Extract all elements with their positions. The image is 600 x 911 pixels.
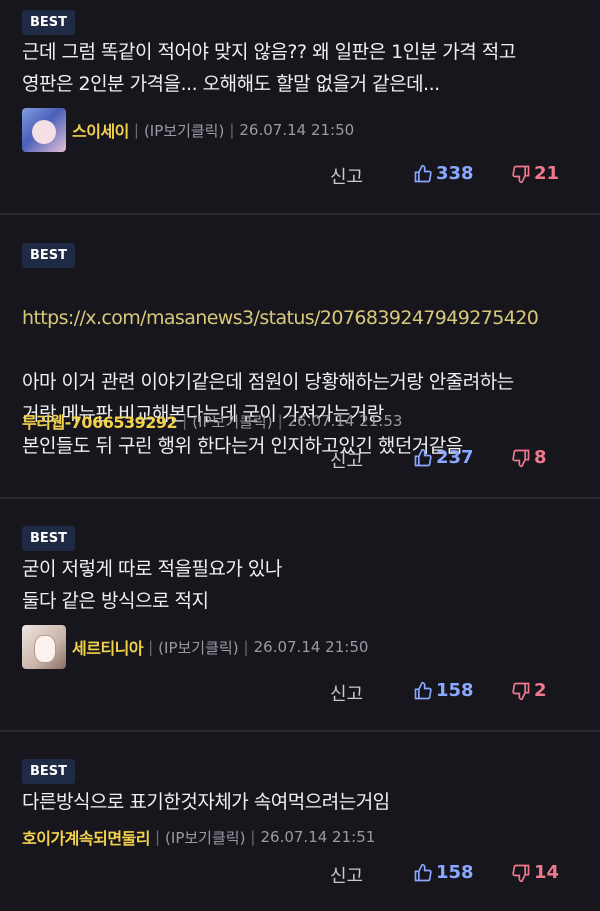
comment-meta: 루리웹-7066539292 | (IP보기클릭) | 26.07.14 21:… bbox=[22, 399, 402, 443]
thumbs-up-icon bbox=[414, 164, 432, 182]
report-button[interactable]: 신고 bbox=[330, 680, 363, 706]
thumbs-up-icon bbox=[414, 863, 432, 881]
ip-link[interactable]: (IP보기클릭) bbox=[144, 120, 224, 141]
comment-meta: 스이세이 | (IP보기클릭) | 26.07.14 21:50 bbox=[22, 108, 354, 152]
meta-separator: | bbox=[243, 638, 249, 656]
ip-link[interactable]: (IP보기클릭) bbox=[158, 637, 238, 658]
thumbs-down-icon bbox=[512, 165, 530, 183]
thumbs-up-icon bbox=[414, 681, 432, 699]
thumbs-up-icon bbox=[414, 448, 432, 466]
comment-actions: 신고 158 2 bbox=[0, 680, 600, 710]
meta-separator: | bbox=[277, 412, 283, 430]
ip-link[interactable]: (IP보기클릭) bbox=[165, 827, 245, 848]
downvote-count: 21 bbox=[534, 163, 560, 184]
downvote-button[interactable]: 14 bbox=[511, 862, 559, 883]
thumbs-down-icon bbox=[512, 449, 530, 467]
downvote-button[interactable]: 8 bbox=[511, 447, 547, 468]
divider bbox=[0, 213, 600, 215]
thumbs-down-icon bbox=[512, 864, 530, 882]
downvote-button[interactable]: 2 bbox=[511, 680, 547, 701]
comment-meta: 호이가계속되면둘리 | (IP보기클릭) | 26.07.14 21:51 bbox=[22, 815, 375, 859]
user-avatar[interactable] bbox=[22, 108, 66, 152]
best-badge: BEST bbox=[22, 526, 76, 551]
downvote-count: 8 bbox=[534, 447, 547, 468]
comment-date: 26.07.14 21:53 bbox=[287, 412, 403, 430]
user-nickname[interactable]: 스이세이 bbox=[72, 118, 129, 142]
comment-link[interactable]: https://x.com/masanews3/status/207683924… bbox=[22, 302, 582, 334]
upvote-button[interactable]: 237 bbox=[413, 447, 474, 468]
report-button[interactable]: 신고 bbox=[330, 862, 363, 888]
user-nickname[interactable]: 세르티니아 bbox=[72, 635, 144, 659]
thumbs-down-icon bbox=[512, 682, 530, 700]
upvote-button[interactable]: 158 bbox=[413, 680, 474, 701]
upvote-button[interactable]: 158 bbox=[413, 862, 474, 883]
meta-separator: | bbox=[133, 121, 139, 139]
meta-separator: | bbox=[229, 121, 235, 139]
meta-separator: | bbox=[250, 828, 256, 846]
user-avatar[interactable] bbox=[22, 625, 66, 669]
comment-text: 다른방식으로 표기한것자체가 속여먹으려는거임 bbox=[22, 791, 390, 813]
meta-separator: | bbox=[148, 638, 154, 656]
comment-actions: 신고 237 8 bbox=[0, 447, 600, 477]
comment-text: 근데 그럼 똑같이 적어야 맞지 않음?? 왜 일판은 1인분 가격 적고 영판… bbox=[22, 41, 516, 95]
upvote-button[interactable]: 338 bbox=[413, 163, 474, 184]
meta-separator: | bbox=[182, 412, 188, 430]
best-badge: BEST bbox=[22, 759, 76, 784]
comment-actions: 신고 338 21 bbox=[0, 163, 600, 193]
upvote-count: 338 bbox=[436, 163, 474, 184]
comment-date: 26.07.14 21:51 bbox=[260, 828, 376, 846]
user-nickname[interactable]: 호이가계속되면둘리 bbox=[22, 825, 150, 849]
downvote-button[interactable]: 21 bbox=[511, 163, 559, 184]
best-badge: BEST bbox=[22, 10, 76, 35]
ip-link[interactable]: (IP보기클릭) bbox=[192, 411, 272, 432]
user-nickname[interactable]: 루리웹-7066539292 bbox=[22, 409, 178, 433]
downvote-count: 14 bbox=[534, 862, 560, 883]
upvote-count: 237 bbox=[436, 447, 474, 468]
comment-actions: 신고 158 14 bbox=[0, 862, 600, 892]
upvote-count: 158 bbox=[436, 680, 474, 701]
report-button[interactable]: 신고 bbox=[330, 163, 363, 189]
comment-date: 26.07.14 21:50 bbox=[253, 638, 369, 656]
divider bbox=[0, 497, 600, 499]
upvote-count: 158 bbox=[436, 862, 474, 883]
report-button[interactable]: 신고 bbox=[330, 447, 363, 473]
downvote-count: 2 bbox=[534, 680, 547, 701]
comment-date: 26.07.14 21:50 bbox=[239, 121, 355, 139]
best-badge: BEST bbox=[22, 243, 76, 268]
meta-separator: | bbox=[154, 828, 161, 846]
comment-meta: 세르티니아 | (IP보기클릭) | 26.07.14 21:50 bbox=[22, 625, 368, 669]
divider bbox=[0, 730, 600, 732]
comment-text: 굳이 저렇게 따로 적을필요가 있나 둘다 같은 방식으로 적지 bbox=[22, 558, 282, 612]
